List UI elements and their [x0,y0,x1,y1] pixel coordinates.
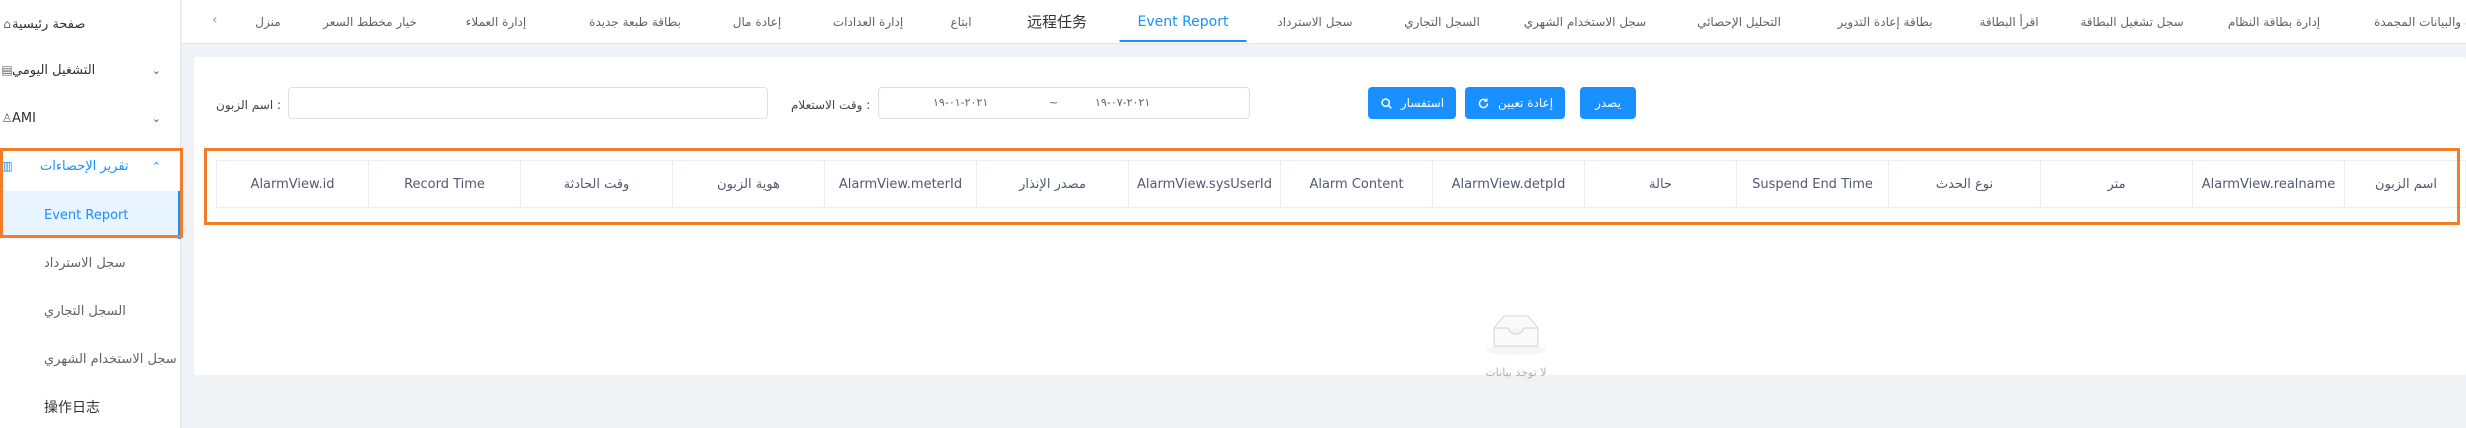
table-header-cell[interactable]: AlarmView.realname [2193,161,2345,207]
empty-box-icon [1486,315,1546,355]
table-header-cell[interactable]: Suspend End Time [1737,161,1889,207]
empty-text: لا توجد بيانات [1485,366,1547,379]
date-range-picker[interactable]: ٢٠٢١-٠١-١٩ ~ ٢٠٢١-٠٧-١٩ [878,87,1250,119]
sidebar-item-home[interactable]: ⌂ صفحة رئيسية [0,0,181,48]
search-icon [1381,97,1392,109]
data-table: AlarmView.id Record Time وقت الحادثة هوي… [216,160,2466,208]
sidebar-subitem-label: Event Report [44,207,129,223]
sidebar-item-ami[interactable]: ♙ AMI ⌄ [0,94,181,142]
tabs-bar: ‹ منزل خيار مخطط السعر إدارة العملاء بطا… [182,0,2466,44]
tab-event-report[interactable]: Event Report [1119,0,1247,42]
active-indicator [178,191,181,239]
tab-read-card[interactable]: اقرأ البطاقة [1979,0,2038,42]
table-header-cell[interactable]: Record Time [369,161,521,207]
sidebar-item-statistics-report[interactable]: ▥ تقرير الإحصاءات ⌃ [0,142,181,190]
tab-customer-management[interactable]: إدارة العملاء [466,0,526,42]
sidebar-item-daily-operation[interactable]: ▤ التشغيل اليومي ⌄ [0,46,181,94]
app-root: ⌂ صفحة رئيسية ▤ التشغيل اليومي ⌄ ♙ AMI ⌄… [0,0,2466,428]
table-header-cell[interactable]: اسم الزبون [2345,161,2466,207]
reset-button-label: إعادة تعيين [1497,96,1554,110]
sidebar-subitem-event-report[interactable]: Event Report [0,191,181,239]
sidebar-subitem-commercial-log[interactable]: السجل التجاري [0,287,181,335]
tab-remote-task[interactable]: 远程任务 [1027,0,1087,42]
table-header-cell[interactable]: مصدر الإنذار [977,161,1129,207]
chevron-up-icon: ⌃ [151,159,161,173]
sidebar-subitem-recovery-log[interactable]: سجل الاسترداد [0,239,181,287]
sidebar-item-label: صفحة رئيسية [12,16,86,32]
main-card: اسم الزبون : وقت الاستعلام : ٢٠٢١-٠١-١٩ … [194,57,2466,379]
table-header-cell[interactable]: AlarmView.id [217,161,369,207]
table-header-cell[interactable]: Alarm Content [1281,161,1433,207]
export-button[interactable]: يصدر [1580,87,1636,119]
tab-price-plan[interactable]: خيار مخطط السعر [323,0,417,42]
sidebar-item-label: التشغيل اليومي [12,62,96,78]
sidebar-subitem-label: سجل الاسترداد [44,255,126,271]
tab-card-operation-log[interactable]: سجل تشغيل البطاقة [2080,0,2183,42]
table-header-cell[interactable]: AlarmView.sysUserId [1129,161,1281,207]
tab-purchase[interactable]: ابتاع [950,0,971,42]
tab-frozen-events[interactable]: حدث والبيانات المجمدة [2374,0,2466,42]
table-header-cell[interactable]: نوع الحدث [1889,161,2041,207]
tab-commercial-log[interactable]: السجل التجاري [1404,0,1480,42]
chevron-down-icon: ⌄ [151,63,161,77]
sidebar-subitem-monthly-usage[interactable]: سجل الاستخدام الشهري [0,335,181,383]
table-header-cell[interactable]: AlarmView.detpId [1433,161,1585,207]
refresh-icon [1478,97,1489,108]
export-button-label: يصدر [1595,96,1621,110]
usage-time-label: وقت الاستعلام : [791,98,871,112]
tab-recovery-log[interactable]: سجل الاسترداد [1277,0,1352,42]
customer-name-label: اسم الزبون : [216,98,282,112]
tab-refund[interactable]: إعادة مال [733,0,781,42]
sidebar-subitem-operation-log[interactable]: 操作日志 [0,383,181,428]
tab-statistical-analysis[interactable]: التحليل الإحصائي [1697,0,1781,42]
tab-home[interactable]: منزل [255,0,280,42]
table-header-cell[interactable]: متر [2041,161,2193,207]
reset-button[interactable]: إعادة تعيين [1465,87,1565,119]
tab-card-recycle[interactable]: بطاقة إعادة التدوير [1837,0,1932,42]
sidebar-item-label: تقرير الإحصاءات [40,158,129,174]
sidebar-subitem-label: 操作日志 [44,400,100,416]
table-header-cell[interactable]: AlarmView.meterId [825,161,977,207]
chevron-left-icon[interactable]: ‹ [212,12,218,28]
tab-new-card[interactable]: بطاقة طبعة جديدة [589,0,681,42]
sidebar: ⌂ صفحة رئيسية ▤ التشغيل اليومي ⌄ ♙ AMI ⌄… [0,0,181,428]
customer-name-input[interactable] [288,87,768,119]
date-separator: ~ [1049,96,1059,109]
tab-monthly-usage[interactable]: سجل الاستخدام الشهري [1524,0,1646,42]
sidebar-subitem-label: السجل التجاري [44,303,126,319]
date-end[interactable]: ٢٠٢١-٠٧-١٩ [1095,96,1150,109]
tab-system-card-management[interactable]: إدارة بطاقة النظام [2228,0,2320,42]
table-header-cell[interactable]: حالة [1585,161,1737,207]
sidebar-subitem-label: سجل الاستخدام الشهري [44,351,177,367]
date-start[interactable]: ٢٠٢١-٠١-١٩ [933,96,988,109]
table-header-cell[interactable]: وقت الحادثة [521,161,673,207]
chevron-down-icon: ⌄ [151,111,161,125]
query-button-label: استفسار [1400,96,1445,110]
query-button[interactable]: استفسار [1368,87,1456,119]
tab-meter-management[interactable]: إدارة العدادات [833,0,903,42]
empty-state: لا توجد بيانات [1484,310,1604,390]
chart-icon: ▥ [1,159,13,173]
sidebar-item-label: AMI [12,110,36,126]
table-header-cell[interactable]: هوية الزبون [673,161,825,207]
